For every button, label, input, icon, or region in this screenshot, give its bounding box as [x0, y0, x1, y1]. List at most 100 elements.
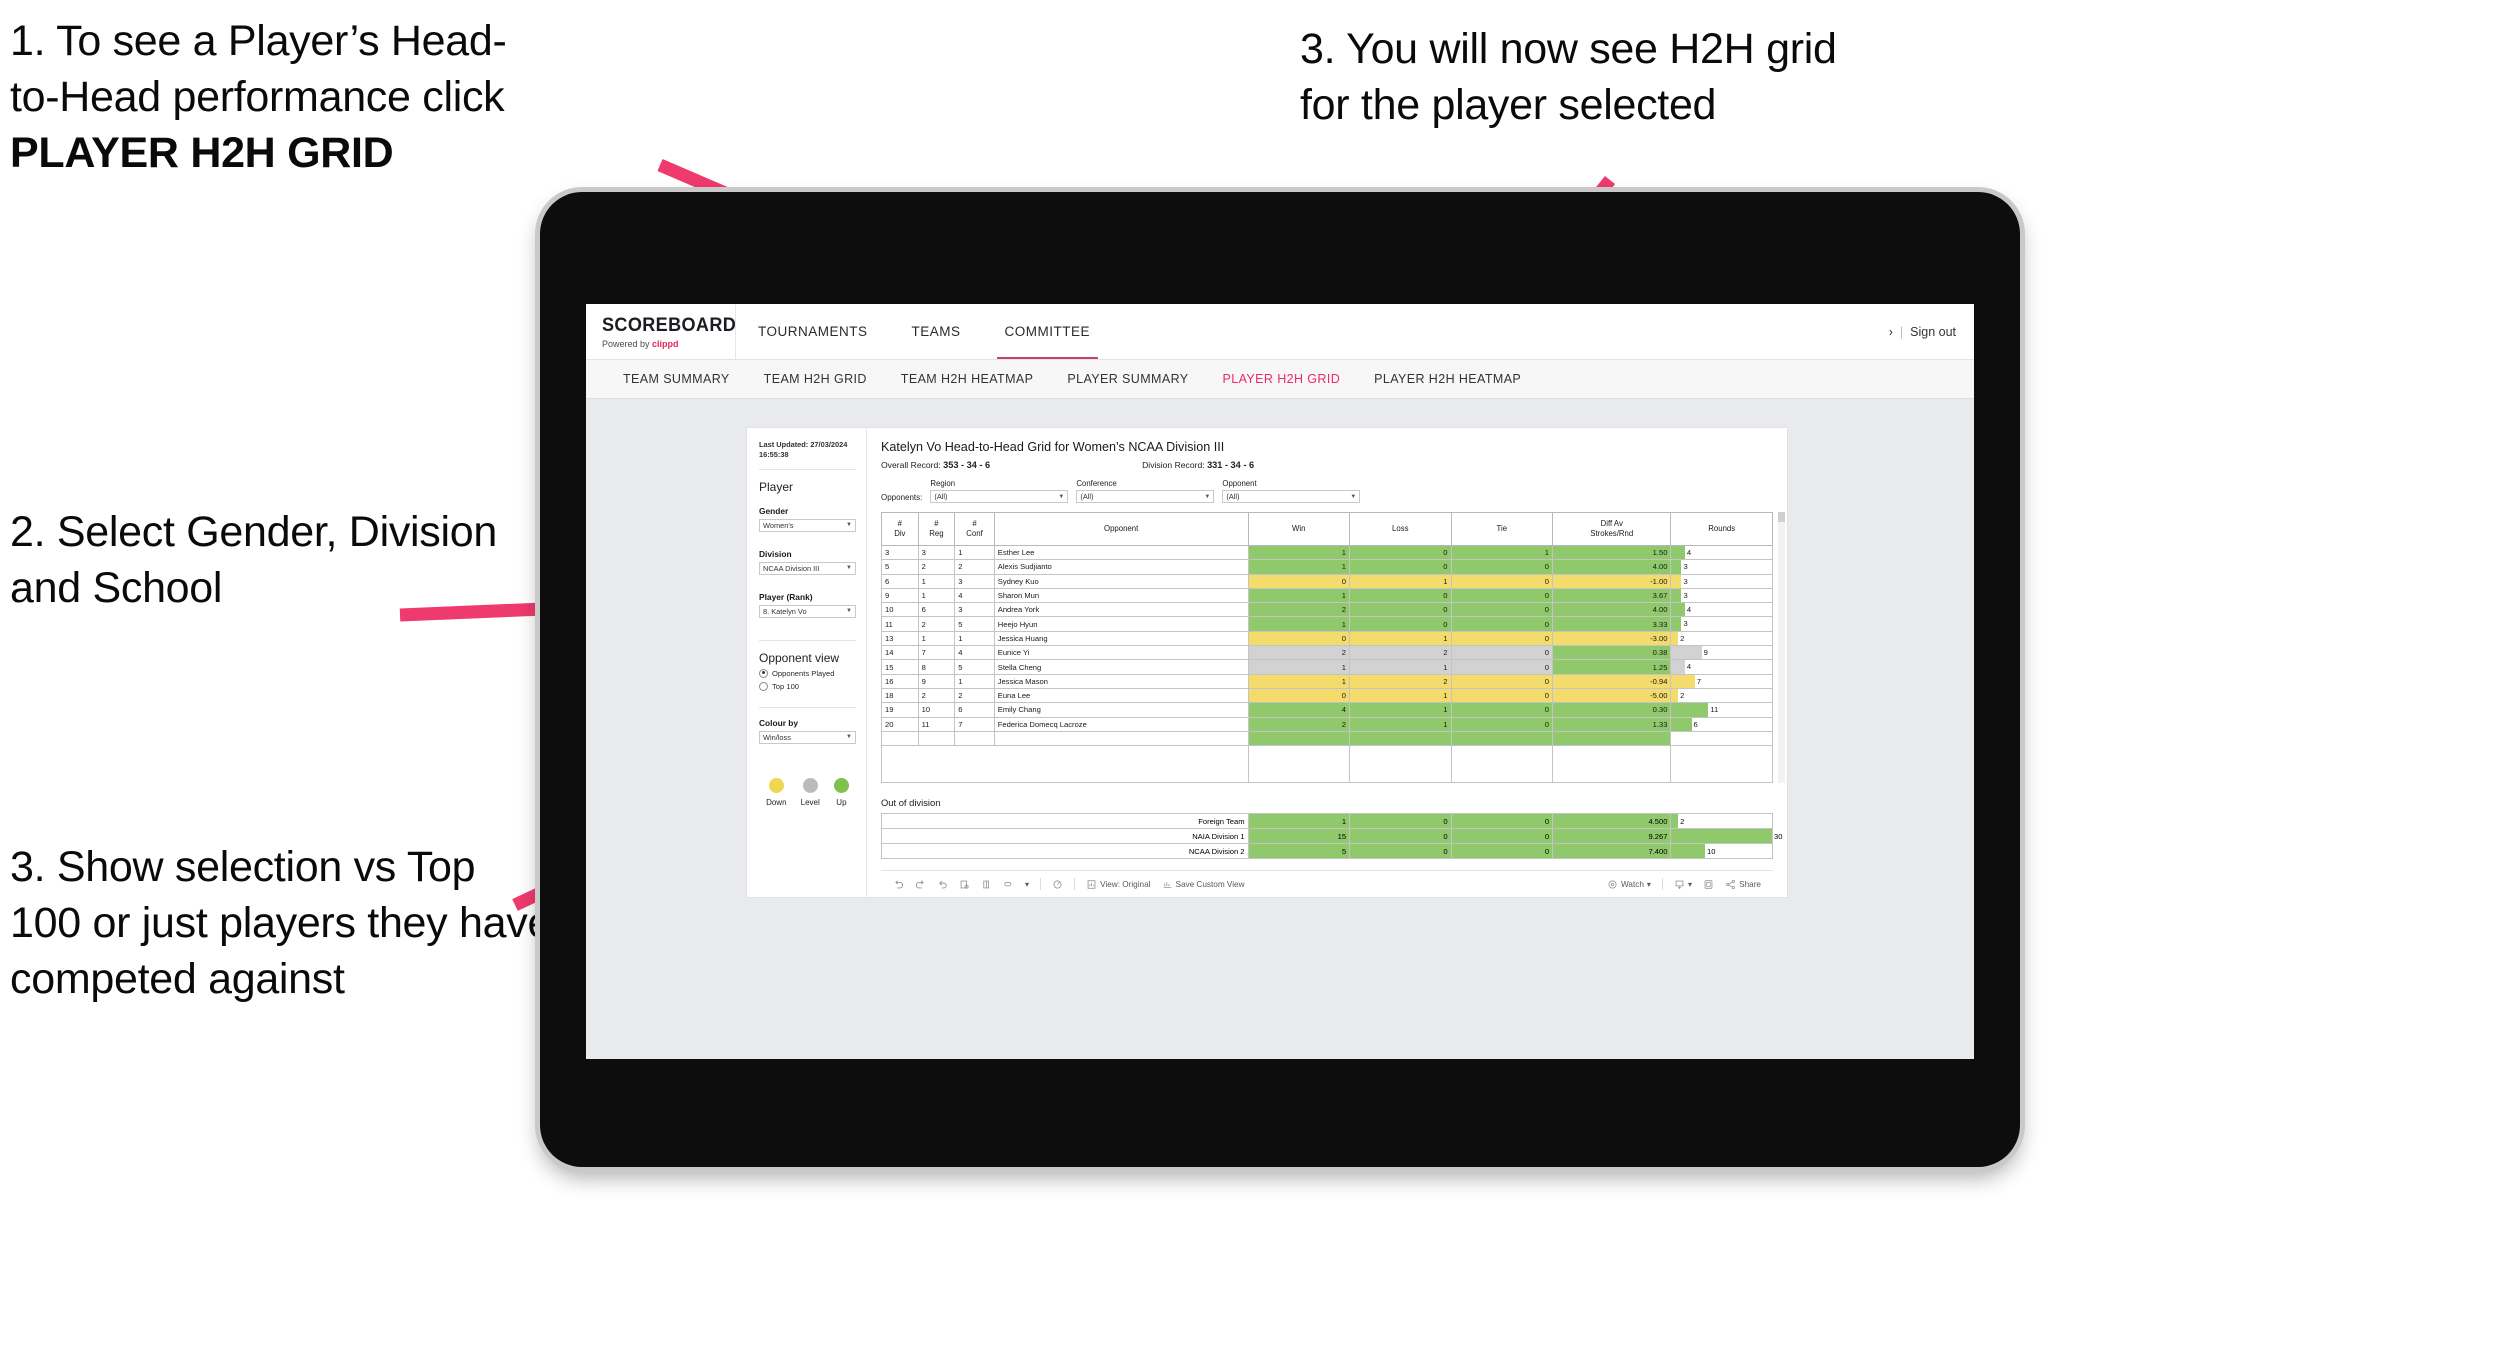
brand-tagline-prefix: Powered by: [602, 338, 653, 349]
table-scrollbar-track[interactable]: [1778, 512, 1785, 784]
column-header-tie[interactable]: Tie: [1450, 512, 1554, 546]
column-header-reg[interactable]: # Reg: [917, 512, 956, 546]
sign-out-link[interactable]: Sign out: [1910, 325, 1956, 339]
cell-conf: 4: [954, 587, 995, 604]
table-row[interactable]: 6 1 3 Sydney Kuo 0 1 0 -1.00 3: [881, 573, 1773, 589]
cell-tie: 0: [1450, 659, 1554, 675]
subnav-item-team-summary[interactable]: TEAM SUMMARY: [606, 372, 747, 386]
table-scrollbar-thumb[interactable]: [1778, 512, 1785, 522]
cell-div: 13: [881, 630, 919, 647]
toolbar-separator-2: [1074, 878, 1076, 891]
table-row[interactable]: 11 2 5 Heejo Hyun 1 0 0 3.33 3: [881, 616, 1773, 632]
out-of-division-row[interactable]: NAIA Division 1 15 0 0 9.267 30: [881, 828, 1782, 845]
redo-icon[interactable]: [915, 879, 926, 890]
player-rank-select[interactable]: 8. Katelyn Vo ▼: [759, 604, 856, 618]
cell-conf: 3: [954, 602, 995, 618]
table-row[interactable]: 19 10 6 Emily Chang 4 1 0 0.30 11: [881, 702, 1773, 718]
cell-div: 16: [881, 673, 919, 689]
watch-button[interactable]: Watch ▾: [1607, 879, 1651, 890]
table-row-partial: [881, 730, 1773, 747]
cell-diff-av-strokes: 4.500: [1552, 813, 1672, 830]
table-row[interactable]: 5 2 2 Alexis Sudjianto 1 0 0 4.00 3: [881, 559, 1773, 575]
save-view-icon: [1162, 879, 1173, 890]
callout-step-2: 2. Select Gender, Division and School: [10, 508, 497, 612]
player-rank-label: Player (Rank): [759, 591, 813, 602]
cell-rounds: 10: [1670, 843, 1773, 860]
cell-reg: 7: [917, 645, 956, 661]
table-row[interactable]: 16 9 1 Jessica Mason 1 2 0 -0.94 7: [881, 673, 1773, 689]
table-row[interactable]: 15 8 5 Stella Cheng 1 1 0 1.25 4: [881, 659, 1773, 675]
share-button[interactable]: Share: [1725, 879, 1761, 890]
cell-loss: 0: [1349, 544, 1452, 561]
download-button[interactable]: ▾: [1674, 879, 1692, 890]
radio-opponents-played[interactable]: Opponents Played: [759, 668, 856, 678]
out-of-division-row[interactable]: Foreign Team 1 0 0 4.500 2: [881, 813, 1773, 830]
cell-diff-av-strokes: 0.38: [1552, 645, 1672, 661]
undo-icon[interactable]: [893, 879, 904, 890]
record-summary: Overall Record: 353 - 34 - 6 Division Re…: [881, 460, 1773, 470]
table-row[interactable]: 10 6 3 Andrea York 2 0 0 4.00 4: [881, 602, 1773, 618]
table-row[interactable]: 18 2 2 Euna Lee 0 1 0 -5.00 2: [881, 687, 1773, 704]
nav-item-teams[interactable]: TEAMS: [890, 304, 983, 359]
cell-conf: 5: [954, 616, 995, 632]
subnav-item-team-h2h-heatmap[interactable]: TEAM H2H HEATMAP: [884, 372, 1051, 386]
table-row[interactable]: 20 11 7 Federica Domecq Lacroze 2 1 0 1.33 6: [881, 716, 1773, 732]
out-of-division-row[interactable]: NCAA Division 2 5 0 0 7.400 10: [881, 843, 1773, 860]
user-chevron-icon[interactable]: ›: [1889, 325, 1893, 339]
column-header-diff-av-strokes-rnd[interactable]: Diff Av Strokes/Rnd: [1552, 512, 1672, 546]
column-header-div[interactable]: # Div: [881, 512, 919, 546]
pause-icon[interactable]: [981, 879, 992, 890]
chevron-down-icon: ▼: [846, 522, 852, 529]
refresh-icon[interactable]: [959, 879, 970, 890]
tablet-device-frame: SCOREBOARD Powered by clippd TOURNAMENTS…: [540, 192, 2020, 1167]
colour-by-select[interactable]: Win/loss ▼: [759, 730, 856, 744]
cell-opponent: Andrea York: [993, 602, 1249, 618]
region-filter-caption: Region: [930, 479, 956, 488]
opponent-select[interactable]: (All) ▼: [1222, 490, 1361, 503]
radio-top-100[interactable]: Top 100: [759, 681, 856, 691]
column-header-win[interactable]: Win: [1247, 512, 1351, 546]
column-header-rounds[interactable]: Rounds: [1670, 512, 1773, 546]
region-select[interactable]: (All) ▼: [930, 490, 1069, 503]
division-select[interactable]: NCAA Division III ▼: [759, 561, 856, 575]
cell-div: 5: [881, 559, 919, 575]
filter-panel: Last Updated: 27/03/2024 16:55:38 Player…: [747, 428, 867, 898]
cell-win: 1: [1247, 659, 1351, 675]
table-row[interactable]: 9 1 4 Sharon Mun 1 0 0 3.67 3: [881, 587, 1773, 604]
fullscreen-icon[interactable]: [1703, 879, 1714, 890]
cell-conf: 2: [954, 687, 995, 704]
table-row[interactable]: 14 7 4 Eunice Yi 2 2 0 0.38 9: [881, 645, 1773, 661]
callout-step-3-left: 3. Show selection vs Top 100 or just pla…: [10, 843, 552, 1003]
header-user-area: › | Sign out: [1889, 304, 1974, 359]
column-header-conf[interactable]: # Conf: [954, 512, 995, 546]
subnav-item-team-h2h-grid[interactable]: TEAM H2H GRID: [747, 372, 884, 386]
cell-loss: 1: [1349, 702, 1452, 718]
nav-item-committee[interactable]: COMMITTEE: [983, 304, 1113, 359]
cell-diff-av-strokes: -0.94: [1552, 673, 1672, 689]
cell-rounds: 2: [1670, 630, 1773, 647]
view-original-button[interactable]: View: Original: [1086, 879, 1151, 890]
divider-3: [759, 706, 856, 708]
table-row[interactable]: 13 1 1 Jessica Huang 0 1 0 -3.00 2: [881, 630, 1773, 647]
cell-reg: 2: [917, 687, 956, 704]
cell-reg: 2: [917, 559, 956, 575]
column-header-loss[interactable]: Loss: [1349, 512, 1452, 546]
highlight-icon[interactable]: [1052, 879, 1063, 890]
subnav-item-player-summary[interactable]: PLAYER SUMMARY: [1050, 372, 1205, 386]
division-label: Division: [759, 548, 792, 559]
nav-item-tournaments[interactable]: TOURNAMENTS: [736, 304, 890, 359]
column-header-opponent[interactable]: Opponent: [993, 512, 1249, 546]
subnav-item-player-h2h-grid[interactable]: PLAYER H2H GRID: [1206, 372, 1358, 386]
subnav-item-player-h2h-heatmap[interactable]: PLAYER H2H HEATMAP: [1357, 372, 1538, 386]
table-row[interactable]: 3 3 1 Esther Lee 1 0 1 1.50 4: [881, 544, 1773, 561]
gender-select[interactable]: Women's ▼: [759, 518, 856, 532]
conference-select[interactable]: (All) ▼: [1076, 490, 1215, 503]
cell-loss: 0: [1349, 843, 1452, 860]
division-record-value: 331 - 34 - 6: [1207, 460, 1255, 470]
legend-label-up: Up: [836, 797, 847, 807]
revert-icon[interactable]: [937, 879, 948, 890]
download-caret-icon: ▾: [1688, 880, 1693, 890]
zoom-caret-icon[interactable]: ▾: [1025, 879, 1029, 889]
zoom-tool-icon[interactable]: [1003, 879, 1014, 890]
save-custom-view-button[interactable]: Save Custom View: [1162, 879, 1245, 890]
